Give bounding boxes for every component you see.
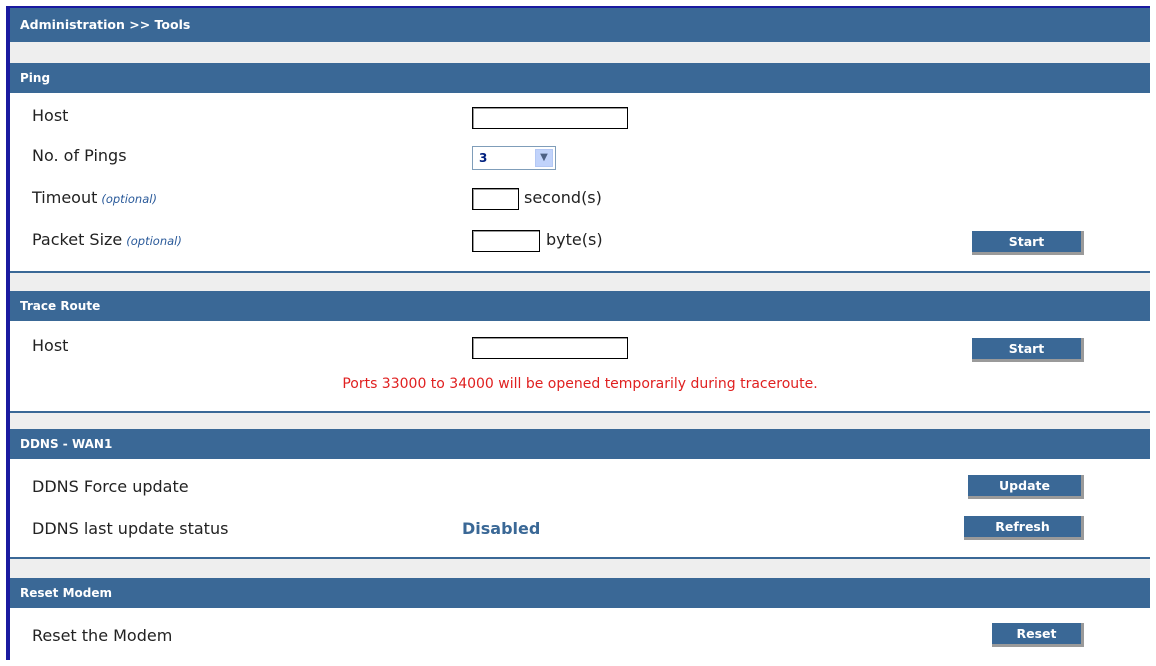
trace-section-header: Trace Route bbox=[10, 291, 1150, 321]
trace-start-button[interactable]: Start bbox=[972, 338, 1084, 362]
timeout-label: Timeout (optional) bbox=[32, 188, 157, 207]
timeout-optional: (optional) bbox=[101, 192, 157, 206]
ddns-refresh-button[interactable]: Refresh bbox=[964, 516, 1084, 540]
ping-count-value: 3 bbox=[479, 151, 488, 165]
ddns-status-label: DDNS last update status bbox=[32, 519, 229, 538]
reset-section: Reset the Modem Reset bbox=[10, 608, 1150, 660]
ddns-update-button[interactable]: Update bbox=[968, 475, 1084, 499]
trace-host-label: Host bbox=[32, 336, 69, 355]
reset-button[interactable]: Reset bbox=[992, 623, 1084, 647]
ddns-status-value: Disabled bbox=[462, 519, 541, 538]
packet-size-input[interactable] bbox=[472, 230, 540, 252]
ping-count-select[interactable]: 3 ▼ bbox=[472, 146, 556, 170]
timeout-unit: second(s) bbox=[524, 188, 602, 207]
tools-frame: Administration >> Tools Ping Host No. of… bbox=[6, 6, 1150, 660]
packet-size-unit: byte(s) bbox=[546, 230, 603, 249]
ping-count-label: No. of Pings bbox=[32, 146, 127, 165]
packet-size-label-text: Packet Size bbox=[32, 230, 123, 249]
ping-section-header: Ping bbox=[10, 63, 1150, 93]
timeout-label-text: Timeout bbox=[32, 188, 98, 207]
reset-modem-label: Reset the Modem bbox=[32, 626, 173, 645]
trace-section: Host Start Ports 33000 to 34000 will be … bbox=[10, 321, 1150, 413]
ddns-section-header: DDNS - WAN1 bbox=[10, 429, 1150, 459]
packet-size-label: Packet Size (optional) bbox=[32, 230, 182, 249]
traceroute-note: Ports 33000 to 34000 will be opened temp… bbox=[342, 376, 818, 392]
breadcrumb: Administration >> Tools bbox=[10, 8, 1150, 42]
ping-section: Host No. of Pings 3 ▼ Timeout (optional) … bbox=[10, 93, 1150, 273]
timeout-input[interactable] bbox=[472, 188, 519, 210]
packet-size-optional: (optional) bbox=[126, 234, 182, 248]
reset-section-header: Reset Modem bbox=[10, 578, 1150, 608]
ping-host-input[interactable] bbox=[472, 107, 628, 129]
ping-start-button[interactable]: Start bbox=[972, 231, 1084, 255]
ddns-section: DDNS Force update Update DDNS last updat… bbox=[10, 459, 1150, 559]
trace-host-input[interactable] bbox=[472, 337, 628, 359]
ping-host-label: Host bbox=[32, 106, 69, 125]
chevron-down-icon[interactable]: ▼ bbox=[535, 149, 553, 167]
ddns-force-label: DDNS Force update bbox=[32, 477, 189, 496]
